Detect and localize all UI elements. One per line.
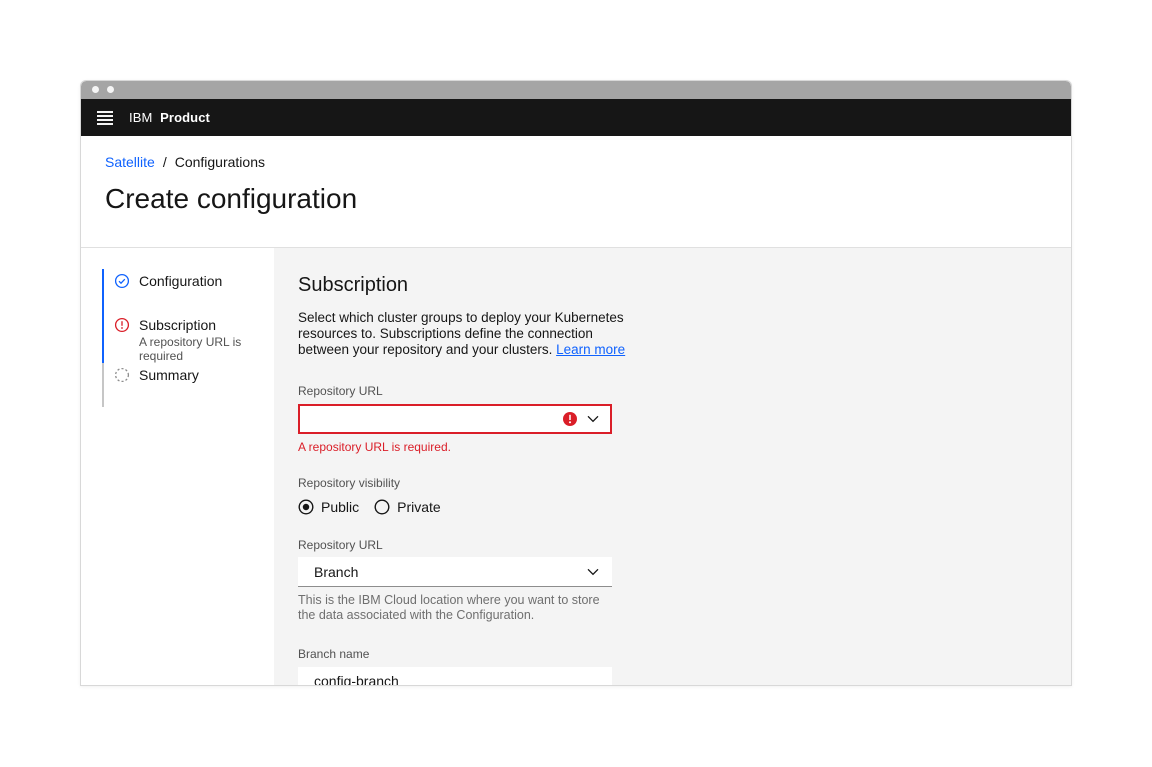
repo-url-field-group: Repository URL A repository URL is requi…: [298, 384, 612, 454]
subscription-section: Subscription Select which cluster groups…: [274, 248, 1071, 685]
section-heading: Subscription: [298, 274, 1047, 297]
radio-unselected-icon: [374, 499, 390, 515]
window-dot-icon: [107, 86, 114, 93]
incomplete-circle-icon: [114, 367, 130, 383]
window-dot-icon: [92, 86, 99, 93]
breadcrumb-item-configurations: Configurations: [175, 154, 265, 170]
radio-selected-icon: [298, 499, 314, 515]
branch-select-group: Repository URL Branch This is the IBM Cl…: [298, 538, 612, 623]
body-row: Configuration Subscription A repository …: [81, 248, 1071, 685]
branch-name-input[interactable]: [298, 667, 612, 686]
branch-select-label: Repository URL: [298, 538, 612, 552]
window-titlebar: [81, 81, 1071, 99]
section-description: Select which cluster groups to deploy yo…: [298, 310, 646, 358]
breadcrumb: Satellite / Configurations: [105, 154, 1047, 170]
step-sublabel: A repository URL is required: [139, 335, 274, 363]
brand-prefix: IBM: [129, 110, 152, 125]
repo-url-error-message: A repository URL is required.: [298, 440, 612, 454]
chevron-down-icon[interactable]: [587, 415, 599, 423]
hamburger-menu-icon[interactable]: [81, 99, 129, 136]
progress-step-summary[interactable]: Summary: [102, 363, 274, 407]
app-window: IBM Product Satellite / Configurations C…: [80, 80, 1072, 686]
page-title: Create configuration: [105, 181, 1047, 217]
page-header: Satellite / Configurations Create config…: [81, 136, 1071, 248]
radio-label: Private: [397, 499, 441, 515]
step-label: Configuration: [139, 273, 222, 289]
breadcrumb-separator: /: [163, 154, 167, 170]
repo-visibility-radios: Public Private: [298, 499, 612, 515]
warning-icon: [114, 317, 130, 333]
progress-step-configuration[interactable]: Configuration: [102, 269, 274, 313]
repo-visibility-label: Repository visibility: [298, 476, 612, 490]
brand-name: Product: [160, 110, 210, 125]
radio-label: Public: [321, 499, 359, 515]
app-header: IBM Product: [81, 99, 1071, 136]
repo-visibility-group: Repository visibility Public Private: [298, 476, 612, 515]
brand: IBM Product: [129, 110, 210, 125]
step-label: Subscription: [139, 317, 216, 333]
checkmark-outline-icon: [114, 273, 130, 289]
branch-select-dropdown[interactable]: Branch: [298, 557, 612, 587]
chevron-down-icon[interactable]: [587, 568, 599, 576]
breadcrumb-link-satellite[interactable]: Satellite: [105, 154, 155, 170]
repo-url-label: Repository URL: [298, 384, 612, 398]
branch-name-label: Branch name: [298, 647, 612, 661]
branch-name-group: Branch name: [298, 647, 612, 686]
progress-step-subscription[interactable]: Subscription A repository URL is require…: [102, 313, 274, 363]
branch-select-helper: This is the IBM Cloud location where you…: [298, 593, 618, 623]
radio-private[interactable]: Private: [374, 499, 441, 515]
learn-more-link[interactable]: Learn more: [556, 342, 625, 357]
warning-filled-icon: [562, 411, 578, 427]
radio-public[interactable]: Public: [298, 499, 359, 515]
branch-select-value: Branch: [314, 564, 358, 580]
repo-url-combobox[interactable]: [298, 404, 612, 434]
step-label: Summary: [139, 367, 199, 383]
progress-sidebar: Configuration Subscription A repository …: [81, 248, 274, 685]
